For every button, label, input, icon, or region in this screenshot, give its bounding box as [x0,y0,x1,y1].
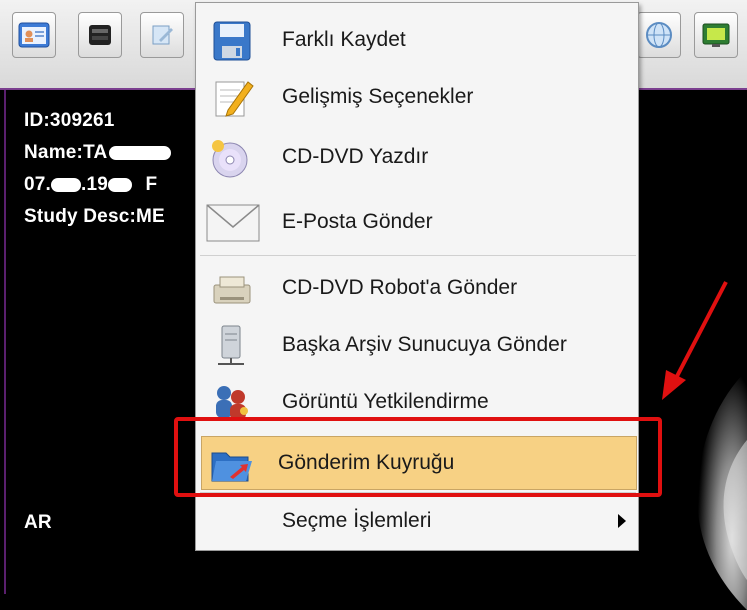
floppy-disk-icon [213,21,251,61]
patient-id-text: ID:309261 [24,110,115,131]
patient-card-icon [18,22,50,48]
annotation-arrow-icon [662,281,728,400]
menu-item-selection-operations[interactable]: Seçme İşlemleri [196,494,638,548]
menu-item-label: CD-DVD Yazdır [282,145,429,168]
redaction-mark [109,145,172,160]
viewer-border [4,90,6,594]
menu-item-cd-dvd-robot[interactable]: CD-DVD Robot'a Gönder [196,261,638,315]
patient-name-text: Name:TA [24,142,172,164]
dob-prefix: 07. [24,174,52,195]
menu-separator [200,255,636,256]
menu-item-send-other-archive[interactable]: Başka Arşiv Sunucuya Gönder [196,318,638,372]
edit-note-button[interactable] [140,12,184,58]
menu-item-label: CD-DVD Robot'a Gönder [282,276,518,299]
server-icon [218,325,244,365]
patient-sex: F [145,174,158,195]
hdd-button[interactable] [78,12,122,58]
menu-item-label: Farklı Kaydet [282,28,406,51]
submenu-arrow-icon [618,514,626,528]
monitor-button[interactable] [694,12,738,58]
edit-note-icon [152,25,173,45]
redaction-mark [51,177,82,192]
redaction-mark [108,177,133,192]
study-description-text: Study Desc:ME [24,206,165,227]
menu-item-label: Seçme İşlemleri [282,509,432,532]
patient-card-button[interactable] [12,12,56,58]
cd-dvd-icon [212,140,248,178]
highlight-annotation-box [174,417,662,497]
menu-item-send-email[interactable]: E-Posta Gönder [196,195,638,249]
menu-item-advanced-options[interactable]: Gelişmiş Seçenekler [196,70,638,124]
dob-year: .19 [81,174,109,195]
monitor-icon [702,23,730,47]
menu-item-cd-dvd-print[interactable]: CD-DVD Yazdır [196,130,638,184]
orientation-marker: AR [24,512,52,533]
menu-item-label: Görüntü Yetkilendirme [282,390,489,413]
menu-item-save-as[interactable]: Farklı Kaydet [196,13,638,67]
hdd-icon [89,25,111,45]
patient-name-label: Name:TA [24,142,108,163]
menu-item-label: Gelişmiş Seçenekler [282,85,474,108]
menu-item-label: E-Posta Gönder [282,210,433,233]
globe-icon [646,22,672,48]
pencil-notepad-icon [215,81,254,117]
globe-button[interactable] [637,12,681,58]
menu-item-label: Başka Arşiv Sunucuya Gönder [282,333,567,356]
printer-robot-icon [213,276,251,304]
envelope-icon [206,204,260,242]
patient-dob-text: 07. .19 F [24,174,157,196]
